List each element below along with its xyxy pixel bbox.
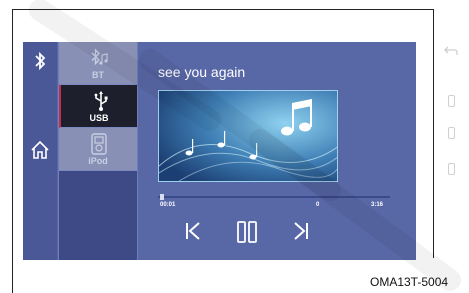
home-icon[interactable] xyxy=(30,140,50,160)
next-track-icon[interactable] xyxy=(291,220,311,242)
frame-left-border xyxy=(12,9,13,293)
side-indicator-3 xyxy=(448,163,455,175)
source-list: BT USB iPod xyxy=(58,42,138,260)
source-bt[interactable]: BT xyxy=(59,42,137,85)
progress-knob[interactable] xyxy=(160,194,165,200)
elapsed-time: 00:01 xyxy=(160,202,176,208)
source-ipod-label: iPod xyxy=(88,156,108,166)
previous-track-icon[interactable] xyxy=(183,220,203,242)
right-side-buttons xyxy=(440,45,462,195)
side-indicator-2 xyxy=(448,127,455,139)
pause-icon[interactable] xyxy=(235,220,259,244)
total-time: 3:16 xyxy=(371,202,384,208)
track-title: see you again xyxy=(158,64,246,80)
source-usb-label: USB xyxy=(89,113,109,123)
source-empty-slot xyxy=(59,171,137,260)
source-ipod[interactable]: iPod xyxy=(59,128,137,171)
back-icon[interactable] xyxy=(443,45,459,57)
usb-icon xyxy=(94,91,108,111)
reference-code: OMA13T-5004 xyxy=(370,275,449,289)
bluetooth-audio-icon xyxy=(91,48,108,66)
left-toolbar xyxy=(23,42,57,260)
frame-right-border xyxy=(433,9,434,258)
media-screen: BT USB iPod see you again 00:01 0 3:16 xyxy=(23,42,416,260)
album-art xyxy=(158,90,338,182)
source-bt-label: BT xyxy=(92,70,104,80)
side-indicator-1 xyxy=(448,95,455,107)
frame-top-border xyxy=(12,9,433,10)
ipod-icon xyxy=(91,133,107,155)
middle-time-value: 0 xyxy=(316,202,320,208)
progress-bar[interactable] xyxy=(158,194,390,200)
bluetooth-icon[interactable] xyxy=(32,51,48,71)
source-usb[interactable]: USB xyxy=(59,85,137,128)
now-playing-panel: see you again 00:01 0 3:16 xyxy=(138,42,416,260)
